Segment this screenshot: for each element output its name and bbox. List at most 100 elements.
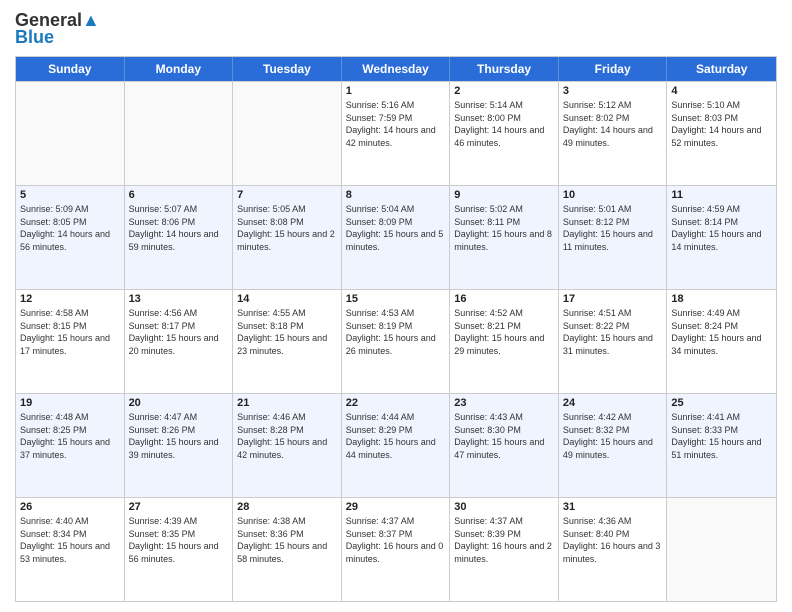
day-header-friday: Friday [559,57,668,81]
day-cell-19: 19Sunrise: 4:48 AM Sunset: 8:25 PM Dayli… [16,394,125,497]
day-info: Sunrise: 4:47 AM Sunset: 8:26 PM Dayligh… [129,411,229,461]
day-cell-6: 6 Sunrise: 5:07 AM Sunset: 8:06 PM Daylig… [125,186,234,289]
day-cell-24: 24Sunrise: 4:42 AM Sunset: 8:32 PM Dayli… [559,394,668,497]
page: General▲ Blue SundayMondayTuesdayWednesd… [0,0,792,612]
day-info: Sunrise: 5:05 AM Sunset: 8:08 PM Dayligh… [237,203,337,253]
day-info: Sunrise: 4:37 AM Sunset: 8:39 PM Dayligh… [454,515,554,565]
day-cell-31: 31 Sunrise: 4:36 AM Sunset: 8:40 PM Dayli… [559,498,668,601]
day-info: Sunrise: 4:58 AM Sunset: 8:15 PM Dayligh… [20,307,120,357]
day-cell-4: 4 Sunrise: 5:10 AM Sunset: 8:03 PM Daylig… [667,82,776,185]
day-info: Sunrise: 4:56 AM Sunset: 8:17 PM Dayligh… [129,307,229,357]
day-number: 23 [454,397,554,409]
calendar: SundayMondayTuesdayWednesdayThursdayFrid… [15,56,777,602]
day-cell-15: 15 Sunrise: 4:53 AM Sunset: 8:19 PM Dayli… [342,290,451,393]
day-cell-3: 3Sunrise: 5:12 AM Sunset: 8:02 PM Daylig… [559,82,668,185]
day-cell-28: 28Sunrise: 4:38 AM Sunset: 8:36 PM Dayli… [233,498,342,601]
day-cell-1: 1 Sunrise: 5:16 AM Sunset: 7:59 PM Daylig… [342,82,451,185]
day-number: 16 [454,293,554,305]
day-info: Sunrise: 4:51 AM Sunset: 8:22 PM Dayligh… [563,307,663,357]
day-info: Sunrise: 4:53 AM Sunset: 8:19 PM Dayligh… [346,307,446,357]
empty-cell [125,82,234,185]
day-info: Sunrise: 4:46 AM Sunset: 8:28 PM Dayligh… [237,411,337,461]
day-number: 22 [346,397,446,409]
calendar-row-2: 12 Sunrise: 4:58 AM Sunset: 8:15 PM Dayli… [16,289,776,393]
header: General▲ Blue [15,10,777,48]
logo-blue-text: Blue [15,27,54,48]
day-number: 11 [671,189,772,201]
day-cell-27: 27 Sunrise: 4:39 AM Sunset: 8:35 PM Dayli… [125,498,234,601]
day-info: Sunrise: 5:09 AM Sunset: 8:05 PM Dayligh… [20,203,120,253]
day-cell-14: 14Sunrise: 4:55 AM Sunset: 8:18 PM Dayli… [233,290,342,393]
calendar-header: SundayMondayTuesdayWednesdayThursdayFrid… [16,57,776,81]
day-number: 25 [671,397,772,409]
day-info: Sunrise: 4:41 AM Sunset: 8:33 PM Dayligh… [671,411,772,461]
day-cell-13: 13 Sunrise: 4:56 AM Sunset: 8:17 PM Dayli… [125,290,234,393]
day-number: 8 [346,189,446,201]
day-number: 27 [129,501,229,513]
day-number: 5 [20,189,120,201]
day-number: 1 [346,85,446,97]
day-number: 12 [20,293,120,305]
day-info: Sunrise: 5:02 AM Sunset: 8:11 PM Dayligh… [454,203,554,253]
calendar-row-1: 5 Sunrise: 5:09 AM Sunset: 8:05 PM Daylig… [16,185,776,289]
day-number: 6 [129,189,229,201]
day-info: Sunrise: 5:14 AM Sunset: 8:00 PM Dayligh… [454,99,554,149]
day-cell-30: 30 Sunrise: 4:37 AM Sunset: 8:39 PM Dayli… [450,498,559,601]
day-cell-29: 29 Sunrise: 4:37 AM Sunset: 8:37 PM Dayli… [342,498,451,601]
day-cell-12: 12 Sunrise: 4:58 AM Sunset: 8:15 PM Dayli… [16,290,125,393]
day-number: 9 [454,189,554,201]
day-cell-21: 21 Sunrise: 4:46 AM Sunset: 8:28 PM Dayli… [233,394,342,497]
day-number: 2 [454,85,554,97]
day-info: Sunrise: 5:16 AM Sunset: 7:59 PM Dayligh… [346,99,446,149]
day-cell-23: 23 Sunrise: 4:43 AM Sunset: 8:30 PM Dayli… [450,394,559,497]
day-header-saturday: Saturday [667,57,776,81]
day-info: Sunrise: 4:37 AM Sunset: 8:37 PM Dayligh… [346,515,446,565]
calendar-body: 1 Sunrise: 5:16 AM Sunset: 7:59 PM Daylig… [16,81,776,601]
day-cell-17: 17 Sunrise: 4:51 AM Sunset: 8:22 PM Dayli… [559,290,668,393]
day-info: Sunrise: 4:43 AM Sunset: 8:30 PM Dayligh… [454,411,554,461]
day-cell-25: 25 Sunrise: 4:41 AM Sunset: 8:33 PM Dayli… [667,394,776,497]
day-cell-8: 8 Sunrise: 5:04 AM Sunset: 8:09 PM Daylig… [342,186,451,289]
day-number: 4 [671,85,772,97]
day-number: 3 [563,85,663,97]
day-info: Sunrise: 4:36 AM Sunset: 8:40 PM Dayligh… [563,515,663,565]
calendar-row-3: 19Sunrise: 4:48 AM Sunset: 8:25 PM Dayli… [16,393,776,497]
day-number: 18 [671,293,772,305]
day-info: Sunrise: 5:10 AM Sunset: 8:03 PM Dayligh… [671,99,772,149]
day-cell-18: 18 Sunrise: 4:49 AM Sunset: 8:24 PM Dayli… [667,290,776,393]
day-info: Sunrise: 4:44 AM Sunset: 8:29 PM Dayligh… [346,411,446,461]
day-number: 10 [563,189,663,201]
day-header-wednesday: Wednesday [342,57,451,81]
calendar-row-4: 26Sunrise: 4:40 AM Sunset: 8:34 PM Dayli… [16,497,776,601]
day-info: Sunrise: 4:49 AM Sunset: 8:24 PM Dayligh… [671,307,772,357]
day-number: 30 [454,501,554,513]
day-info: Sunrise: 4:40 AM Sunset: 8:34 PM Dayligh… [20,515,120,565]
day-info: Sunrise: 4:52 AM Sunset: 8:21 PM Dayligh… [454,307,554,357]
day-cell-2: 2 Sunrise: 5:14 AM Sunset: 8:00 PM Daylig… [450,82,559,185]
day-number: 31 [563,501,663,513]
day-number: 29 [346,501,446,513]
day-info: Sunrise: 5:04 AM Sunset: 8:09 PM Dayligh… [346,203,446,253]
day-number: 7 [237,189,337,201]
day-cell-11: 11 Sunrise: 4:59 AM Sunset: 8:14 PM Dayli… [667,186,776,289]
day-number: 15 [346,293,446,305]
empty-cell [667,498,776,601]
day-info: Sunrise: 4:59 AM Sunset: 8:14 PM Dayligh… [671,203,772,253]
day-info: Sunrise: 4:48 AM Sunset: 8:25 PM Dayligh… [20,411,120,461]
day-info: Sunrise: 5:07 AM Sunset: 8:06 PM Dayligh… [129,203,229,253]
day-number: 13 [129,293,229,305]
day-cell-22: 22 Sunrise: 4:44 AM Sunset: 8:29 PM Dayli… [342,394,451,497]
day-info: Sunrise: 4:55 AM Sunset: 8:18 PM Dayligh… [237,307,337,357]
day-cell-5: 5 Sunrise: 5:09 AM Sunset: 8:05 PM Daylig… [16,186,125,289]
day-cell-26: 26Sunrise: 4:40 AM Sunset: 8:34 PM Dayli… [16,498,125,601]
day-number: 20 [129,397,229,409]
day-number: 21 [237,397,337,409]
logo: General▲ Blue [15,10,100,48]
day-number: 17 [563,293,663,305]
day-header-thursday: Thursday [450,57,559,81]
day-cell-9: 9 Sunrise: 5:02 AM Sunset: 8:11 PM Daylig… [450,186,559,289]
day-info: Sunrise: 4:39 AM Sunset: 8:35 PM Dayligh… [129,515,229,565]
day-cell-20: 20 Sunrise: 4:47 AM Sunset: 8:26 PM Dayli… [125,394,234,497]
day-info: Sunrise: 4:42 AM Sunset: 8:32 PM Dayligh… [563,411,663,461]
day-header-sunday: Sunday [16,57,125,81]
